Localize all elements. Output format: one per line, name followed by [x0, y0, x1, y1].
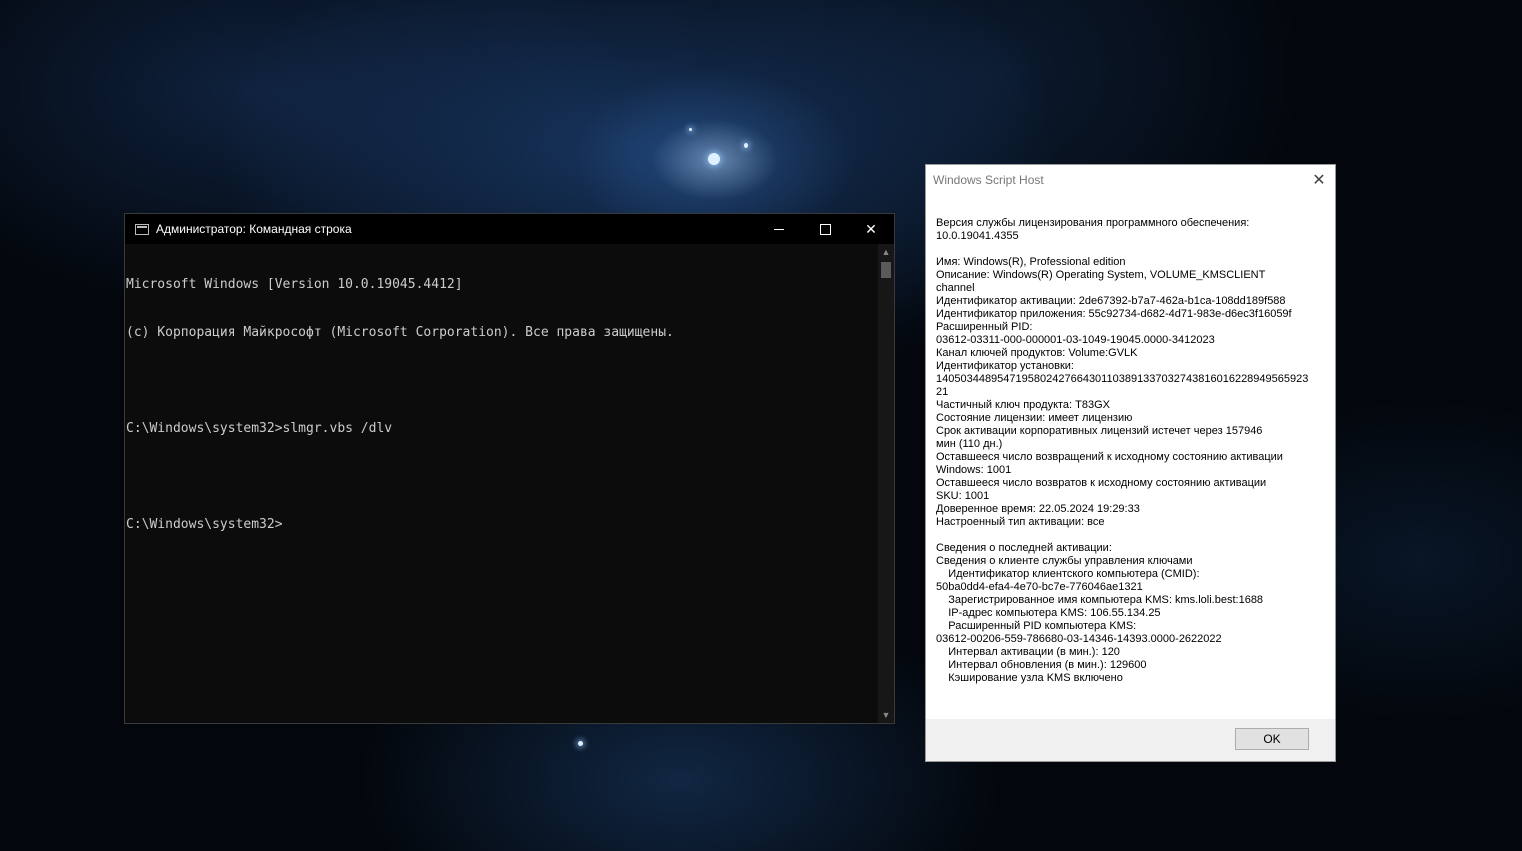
close-icon: ✕ [1312, 172, 1326, 189]
minimize-button[interactable] [756, 214, 802, 244]
dialog-message-line: IP-адрес компьютера KMS: 106.55.134.25 [936, 607, 1161, 619]
console-line: (c) Корпорация Майкрософт (Microsoft Cor… [126, 325, 674, 340]
dialog-message-line [936, 243, 1316, 256]
close-button[interactable]: ✕ [848, 214, 894, 244]
cmd-window-title: Администратор: Командная строка [156, 222, 352, 236]
dialog-message-line: Доверенное время: 22.05.2024 19:29:33 [936, 503, 1140, 515]
dialog-message-line: 21 [936, 386, 949, 398]
dialog-message-line: Сведения о клиенте службы управления клю… [936, 555, 1193, 567]
dialog-message-line: Идентификатор клиентского компьютера (CM… [936, 568, 1200, 580]
dialog-message-line: Состояние лицензии: имеет лицензию [936, 412, 1133, 424]
dialog-message-line: Интервал обновления (в мин.): 129600 [936, 659, 1147, 671]
maximize-button[interactable] [802, 214, 848, 244]
dialog-message-line: SKU: 1001 [936, 490, 990, 502]
windows-script-host-dialog: Windows Script Host ✕ Версия службы лице… [925, 164, 1336, 762]
console-line: C:\Windows\system32>slmgr.vbs /dlv [126, 421, 393, 436]
dialog-footer: OK [926, 719, 1335, 761]
dialog-message-line: Срок активации корпоративных лицензий ис… [936, 425, 1263, 437]
dialog-message-line: Windows: 1001 [936, 464, 1012, 476]
dialog-message-line: 03612-03311-000-000001-03-1049-19045.000… [936, 334, 1215, 346]
dialog-message-line: 1405034489547195802427664301103891337032… [936, 373, 1309, 385]
dialog-message-line: Сведения о последней активации: [936, 542, 1112, 554]
dialog-message-line: 10.0.19041.4355 [936, 230, 1019, 242]
ok-button[interactable]: OK [1235, 728, 1309, 750]
scrollbar-thumb[interactable] [881, 262, 891, 278]
dialog-message-line: Частичный ключ продукта: T83GX [936, 399, 1110, 411]
wallpaper-star [708, 153, 720, 165]
scroll-up-arrow-icon[interactable]: ▲ [878, 244, 894, 260]
dialog-message-line: Расширенный PID компьютера KMS: [936, 620, 1137, 632]
dialog-message-line: Идентификатор приложения: 55c92734-d682-… [936, 308, 1292, 320]
wallpaper-star [578, 741, 583, 746]
console-prompt-line: C:\Windows\system32> [126, 517, 283, 532]
dialog-message-line: Идентификатор установки: [936, 360, 1074, 372]
dialog-message-line: 50ba0dd4-efa4-4e70-bc7e-776046ae1321 [936, 581, 1143, 593]
dialog-message-line: Версия службы лицензирования программног… [936, 217, 1250, 229]
dialog-message-line: Имя: Windows(R), Professional edition [936, 256, 1126, 268]
dialog-message-line: Расширенный PID: [936, 321, 1033, 333]
maximize-icon [819, 223, 831, 235]
dialog-message-line [936, 529, 1316, 542]
dialog-title-bar[interactable]: Windows Script Host ✕ [926, 165, 1335, 195]
dialog-message-line: Оставшееся число возвращений к исходному… [936, 451, 1283, 463]
dialog-message-line: Оставшееся число возвратов к исходному с… [936, 477, 1267, 489]
dialog-message-line: Канал ключей продуктов: Volume:GVLK [936, 347, 1138, 359]
dialog-message-line: Интервал активации (в мин.): 120 [936, 646, 1120, 658]
console-line: Microsoft Windows [Version 10.0.19045.44… [126, 277, 463, 292]
dialog-message-line: Кэширование узла KMS включено [936, 672, 1123, 684]
wallpaper-star [689, 128, 692, 131]
vertical-scrollbar[interactable]: ▲ ▼ [878, 244, 894, 723]
console-icon [135, 223, 149, 235]
dialog-message-line: 03612-00206-559-786680-03-14346-14393.00… [936, 633, 1222, 645]
dialog-message-line: Зарегистрированное имя компьютера KMS: k… [936, 594, 1264, 606]
dialog-message: Версия службы лицензирования программног… [936, 217, 1316, 685]
minimize-icon [774, 228, 784, 230]
dialog-close-button[interactable]: ✕ [1303, 165, 1335, 195]
console-output[interactable]: Microsoft Windows [Version 10.0.19045.44… [125, 244, 878, 723]
dialog-message-line: Настроенный тип активации: все [936, 516, 1105, 528]
cmd-title-bar[interactable]: Администратор: Командная строка ✕ [125, 214, 894, 244]
dialog-message-line: мин (110 дн.) [936, 438, 1003, 450]
close-icon: ✕ [865, 220, 877, 237]
scroll-down-arrow-icon[interactable]: ▼ [878, 707, 894, 723]
dialog-message-line: Описание: Windows(R) Operating System, V… [936, 269, 1266, 281]
command-prompt-window: Администратор: Командная строка ✕ Micros… [124, 213, 895, 724]
dialog-title: Windows Script Host [933, 173, 1044, 187]
dialog-message-line: Идентификатор активации: 2de67392-b7a7-4… [936, 295, 1286, 307]
dialog-message-line: channel [936, 282, 975, 294]
wallpaper-star [744, 143, 748, 148]
